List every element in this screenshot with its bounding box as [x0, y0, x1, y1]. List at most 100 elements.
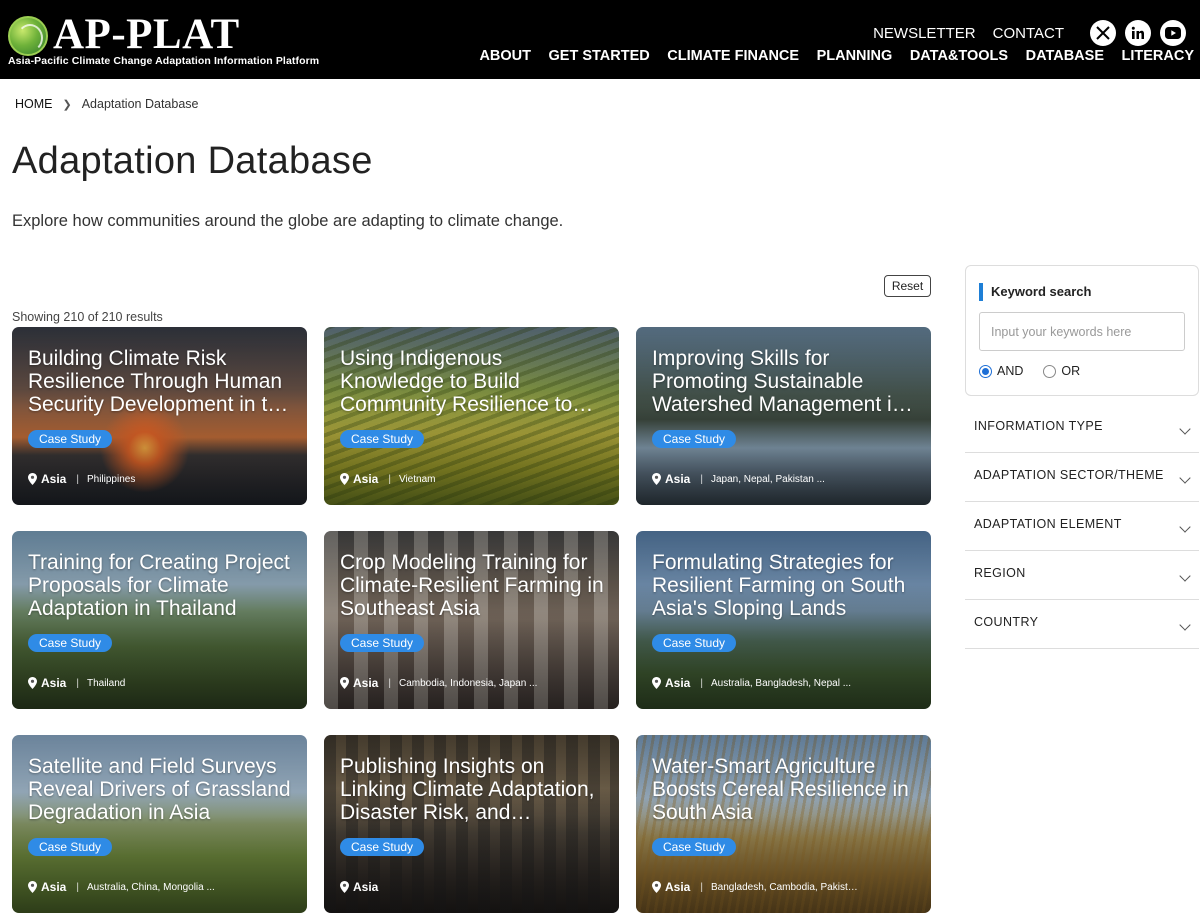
card-region: Asia	[665, 676, 691, 690]
card-location: Asia | Bangladesh, Cambodia, Pakistan ..…	[652, 880, 861, 894]
case-card[interactable]: Using Indigenous Knowledge to Build Comm…	[324, 327, 619, 505]
case-card[interactable]: Building Climate Risk Resilience Through…	[12, 327, 307, 505]
case-card[interactable]: Formulating Strategies for Resilient Far…	[636, 531, 931, 709]
card-title: Training for Creating Project Proposals …	[28, 551, 290, 620]
card-region: Asia	[41, 676, 67, 690]
card-countries: Thailand	[86, 677, 126, 689]
card-title: Building Climate Risk Resilience Through…	[28, 347, 291, 416]
location-pin-icon	[28, 473, 37, 485]
filter-label: ADAPTATION SECTOR/THEME	[974, 468, 1164, 482]
logo-subtitle: Asia-Pacific Climate Change Adaptation I…	[8, 55, 320, 67]
x-icon[interactable]	[1090, 20, 1116, 46]
page-title: Adaptation Database	[12, 140, 373, 182]
filter-adaptation-element[interactable]: ADAPTATION ELEMENT	[965, 503, 1199, 551]
page-intro: Explore how communities around the globe…	[12, 212, 564, 230]
card-region: Asia	[41, 880, 67, 894]
reset-button[interactable]: Reset	[884, 275, 931, 297]
card-region: Asia	[41, 472, 67, 486]
main-nav: ABOUT GET STARTED CLIMATE FINANCE PLANNI…	[462, 48, 1194, 64]
card-region: Asia	[353, 880, 379, 894]
keyword-search-label: Keyword search	[979, 283, 1091, 301]
nav-literacy[interactable]: LITERACY	[1122, 48, 1195, 64]
filter-adaptation-sector[interactable]: ADAPTATION SECTOR/THEME	[965, 454, 1199, 502]
case-study-badge: Case Study	[340, 838, 425, 856]
chevron-down-icon	[1179, 570, 1191, 582]
case-study-badge: Case Study	[652, 634, 737, 652]
globe-logo-icon	[8, 16, 48, 56]
case-study-badge: Case Study	[28, 634, 113, 652]
site-header: AP-PLAT Asia-Pacific Climate Change Adap…	[0, 0, 1200, 79]
location-pin-icon	[340, 473, 349, 485]
case-study-badge: Case Study	[28, 430, 113, 448]
card-location: Asia	[340, 880, 378, 894]
breadcrumb: HOME ❯ Adaptation Database	[15, 97, 198, 111]
filter-label: ADAPTATION ELEMENT	[974, 517, 1122, 531]
chevron-down-icon	[1179, 423, 1191, 435]
location-pin-icon	[28, 677, 37, 689]
location-pin-icon	[652, 677, 661, 689]
card-location: Asia | Thailand	[28, 676, 125, 690]
chevron-right-icon: ❯	[62, 98, 72, 111]
filter-label: REGION	[974, 566, 1026, 580]
chevron-down-icon	[1179, 472, 1191, 484]
case-study-badge: Case Study	[652, 430, 737, 448]
and-radio[interactable]	[979, 364, 992, 378]
card-title: Satellite and Field Surveys Reveal Drive…	[28, 755, 291, 824]
card-title: Using Indigenous Knowledge to Build Comm…	[340, 347, 573, 416]
case-card[interactable]: Crop Modeling Training for Climate-Resil…	[324, 531, 619, 709]
operator-toggle: AND OR	[979, 364, 1100, 378]
card-title: Publishing Insights on Linking Climate A…	[340, 755, 595, 824]
filter-label: INFORMATION TYPE	[974, 419, 1103, 433]
linkedin-icon[interactable]	[1125, 20, 1151, 46]
card-title: Crop Modeling Training for Climate-Resil…	[340, 551, 604, 620]
card-region: Asia	[665, 880, 691, 894]
card-region: Asia	[353, 676, 379, 690]
case-card[interactable]: Satellite and Field Surveys Reveal Drive…	[12, 735, 307, 913]
case-card[interactable]: Water-Smart Agriculture Boosts Cereal Re…	[636, 735, 931, 913]
breadcrumb-home[interactable]: HOME	[15, 97, 53, 111]
case-card[interactable]: Training for Creating Project Proposals …	[12, 531, 307, 709]
card-title: Formulating Strategies for Resilient Far…	[652, 551, 906, 620]
location-pin-icon	[340, 677, 349, 689]
utility-nav: NEWSLETTER CONTACT	[873, 20, 1186, 46]
chevron-down-icon	[1179, 521, 1191, 533]
case-card[interactable]: Publishing Insights on Linking Climate A…	[324, 735, 619, 913]
card-title: Water-Smart Agriculture Boosts Cereal Re…	[652, 755, 909, 824]
case-study-badge: Case Study	[340, 634, 425, 652]
case-study-badge: Case Study	[28, 838, 113, 856]
filter-country[interactable]: COUNTRY	[965, 601, 1199, 649]
youtube-icon[interactable]	[1160, 20, 1186, 46]
case-card[interactable]: Improving Skills for Promoting Sustainab…	[636, 327, 931, 505]
filter-label: COUNTRY	[974, 615, 1039, 629]
nav-planning[interactable]: PLANNING	[817, 48, 893, 64]
logo-title: AP-PLAT	[53, 11, 240, 58]
card-location: Asia | Japan, Nepal, Pakistan ...	[652, 472, 825, 486]
nav-database[interactable]: DATABASE	[1026, 48, 1104, 64]
and-radio-label[interactable]: AND	[997, 364, 1023, 378]
case-study-badge: Case Study	[652, 838, 737, 856]
card-countries: Vietnam	[398, 473, 436, 485]
filter-region[interactable]: REGION	[965, 552, 1199, 600]
card-title: Improving Skills for Promoting Sustainab…	[652, 347, 904, 416]
filter-information-type[interactable]: INFORMATION TYPE	[965, 405, 1199, 453]
card-location: Asia | Cambodia, Indonesia, Japan ...	[340, 676, 537, 690]
site-logo[interactable]: AP-PLAT Asia-Pacific Climate Change Adap…	[8, 11, 328, 68]
contact-link[interactable]: CONTACT	[993, 25, 1064, 42]
keyword-search-panel: Keyword search AND OR	[965, 265, 1199, 396]
nav-climate-finance[interactable]: CLIMATE FINANCE	[667, 48, 799, 64]
case-study-badge: Case Study	[340, 430, 425, 448]
card-region: Asia	[353, 472, 379, 486]
card-location: Asia | Australia, China, Mongolia ...	[28, 880, 215, 894]
or-radio-label[interactable]: OR	[1061, 364, 1080, 378]
newsletter-link[interactable]: NEWSLETTER	[873, 25, 976, 42]
card-location: Asia | Australia, Bangladesh, Nepal ...	[652, 676, 851, 690]
card-countries: Philippines	[86, 473, 136, 485]
nav-data-tools[interactable]: DATA&TOOLS	[910, 48, 1008, 64]
nav-about[interactable]: ABOUT	[479, 48, 531, 64]
nav-get-started[interactable]: GET STARTED	[549, 48, 650, 64]
keyword-search-input[interactable]	[979, 312, 1185, 351]
or-radio[interactable]	[1043, 364, 1057, 378]
card-countries: Cambodia, Indonesia, Japan ...	[398, 677, 538, 689]
card-countries: Bangladesh, Cambodia, Pakistan ...	[710, 881, 861, 893]
location-pin-icon	[340, 881, 349, 893]
